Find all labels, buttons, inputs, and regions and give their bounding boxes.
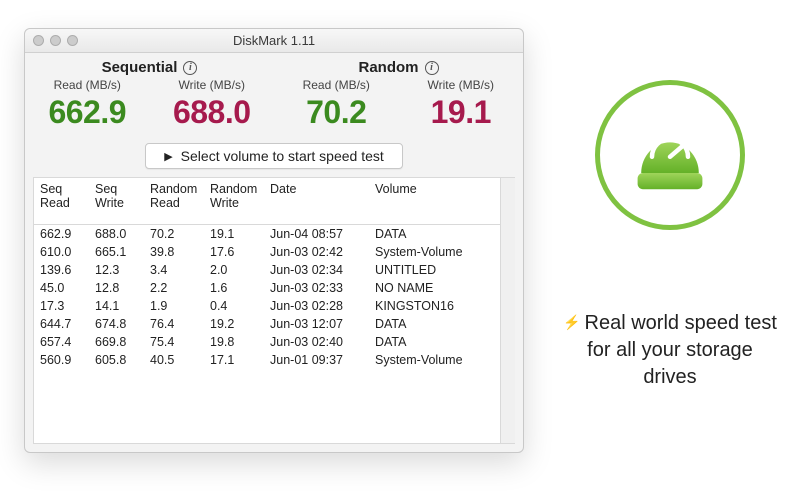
table-row[interactable]: 644.7674.876.419.2Jun-03 12:07DATA: [34, 315, 515, 333]
table-row[interactable]: 560.9605.840.517.1Jun-01 09:37System-Vol…: [34, 351, 515, 369]
cell-rw: 19.2: [204, 315, 264, 333]
cell-date: Jun-03 02:42: [264, 243, 369, 261]
metrics-panel: Sequential i Read (MB/s) 662.9 Write (MB…: [25, 53, 523, 141]
seq-write-label: Write (MB/s): [150, 78, 275, 92]
cell-rr: 40.5: [144, 351, 204, 369]
cell-rw: 19.1: [204, 225, 264, 244]
cell-rr: 2.2: [144, 279, 204, 297]
drive-gauge-icon: [625, 110, 715, 200]
info-icon[interactable]: i: [425, 61, 439, 75]
table-row[interactable]: 45.012.82.21.6Jun-03 02:33NO NAME: [34, 279, 515, 297]
scrollbar[interactable]: [500, 178, 515, 443]
sequential-group: Sequential i Read (MB/s) 662.9 Write (MB…: [25, 59, 274, 131]
cell-sw: 669.8: [89, 333, 144, 351]
seq-read-label: Read (MB/s): [25, 78, 150, 92]
cell-sr: 644.7: [34, 315, 89, 333]
table-row[interactable]: 657.4669.875.419.8Jun-03 02:40DATA: [34, 333, 515, 351]
cell-rr: 76.4: [144, 315, 204, 333]
cell-date: Jun-03 02:33: [264, 279, 369, 297]
cell-sr: 45.0: [34, 279, 89, 297]
cell-vol: DATA: [369, 315, 515, 333]
cell-sr: 17.3: [34, 297, 89, 315]
select-volume-label: Select volume to start speed test: [181, 148, 384, 164]
col-rand-write[interactable]: RandomWrite: [204, 178, 264, 225]
app-logo: [590, 75, 750, 235]
cell-vol: KINGSTON16: [369, 297, 515, 315]
rand-read-value: 70.2: [274, 94, 399, 131]
cell-sw: 14.1: [89, 297, 144, 315]
titlebar[interactable]: DiskMark 1.11: [25, 29, 523, 53]
table-row[interactable]: 662.9688.070.219.1Jun-04 08:57DATA: [34, 225, 515, 244]
cell-sw: 605.8: [89, 351, 144, 369]
results-table[interactable]: SeqRead SeqWrite RandomRead RandomWrite …: [33, 177, 515, 444]
cell-date: Jun-03 02:28: [264, 297, 369, 315]
cell-rw: 2.0: [204, 261, 264, 279]
col-seq-read[interactable]: SeqRead: [34, 178, 89, 225]
rand-read-label: Read (MB/s): [274, 78, 399, 92]
rand-write-label: Write (MB/s): [399, 78, 524, 92]
table-row[interactable]: 610.0665.139.817.6Jun-03 02:42System-Vol…: [34, 243, 515, 261]
cell-sw: 12.3: [89, 261, 144, 279]
table-row[interactable]: 139.612.33.42.0Jun-03 02:34UNTITLED: [34, 261, 515, 279]
col-seq-write[interactable]: SeqWrite: [89, 178, 144, 225]
cell-date: Jun-01 09:37: [264, 351, 369, 369]
cell-sr: 139.6: [34, 261, 89, 279]
cell-date: Jun-03 02:40: [264, 333, 369, 351]
cell-sr: 560.9: [34, 351, 89, 369]
cell-date: Jun-04 08:57: [264, 225, 369, 244]
bolt-icon: ⚡: [563, 314, 580, 330]
cell-rw: 1.6: [204, 279, 264, 297]
cell-sr: 610.0: [34, 243, 89, 261]
cell-date: Jun-03 02:34: [264, 261, 369, 279]
cell-sw: 674.8: [89, 315, 144, 333]
cell-sr: 662.9: [34, 225, 89, 244]
random-group: Random i Read (MB/s) 70.2 Write (MB/s) 1…: [274, 59, 523, 131]
col-date[interactable]: Date: [264, 178, 369, 225]
random-heading: Random: [359, 59, 419, 76]
rand-write-value: 19.1: [399, 94, 524, 131]
cell-sr: 657.4: [34, 333, 89, 351]
seq-read-value: 662.9: [25, 94, 150, 131]
table-header-row[interactable]: SeqRead SeqWrite RandomRead RandomWrite …: [34, 178, 515, 225]
logo-ring-icon: [595, 80, 745, 230]
select-volume-button[interactable]: ▶ Select volume to start speed test: [145, 143, 403, 169]
cell-vol: DATA: [369, 333, 515, 351]
cell-sw: 665.1: [89, 243, 144, 261]
window-title: DiskMark 1.11: [25, 33, 523, 48]
cell-vol: System-Volume: [369, 351, 515, 369]
cell-rw: 17.6: [204, 243, 264, 261]
cell-sw: 12.8: [89, 279, 144, 297]
info-icon[interactable]: i: [183, 61, 197, 75]
seq-write-value: 688.0: [150, 94, 275, 131]
cell-rw: 17.1: [204, 351, 264, 369]
cell-rr: 3.4: [144, 261, 204, 279]
cell-rr: 39.8: [144, 243, 204, 261]
cell-vol: DATA: [369, 225, 515, 244]
cell-rw: 19.8: [204, 333, 264, 351]
cell-vol: UNTITLED: [369, 261, 515, 279]
cell-vol: NO NAME: [369, 279, 515, 297]
col-rand-read[interactable]: RandomRead: [144, 178, 204, 225]
tagline-text: Real world speed test for all your stora…: [585, 312, 777, 388]
cell-rr: 70.2: [144, 225, 204, 244]
app-window: DiskMark 1.11 Sequential i Read (MB/s) 6…: [24, 28, 524, 453]
cell-vol: System-Volume: [369, 243, 515, 261]
play-icon: ▶: [164, 150, 172, 163]
col-volume[interactable]: Volume: [369, 178, 515, 225]
sequential-heading: Sequential: [102, 59, 178, 76]
tagline: ⚡ Real world speed test for all your stor…: [560, 310, 780, 391]
cell-rr: 1.9: [144, 297, 204, 315]
cell-sw: 688.0: [89, 225, 144, 244]
cell-rw: 0.4: [204, 297, 264, 315]
cell-rr: 75.4: [144, 333, 204, 351]
cell-date: Jun-03 12:07: [264, 315, 369, 333]
table-row[interactable]: 17.314.11.90.4Jun-03 02:28KINGSTON16: [34, 297, 515, 315]
